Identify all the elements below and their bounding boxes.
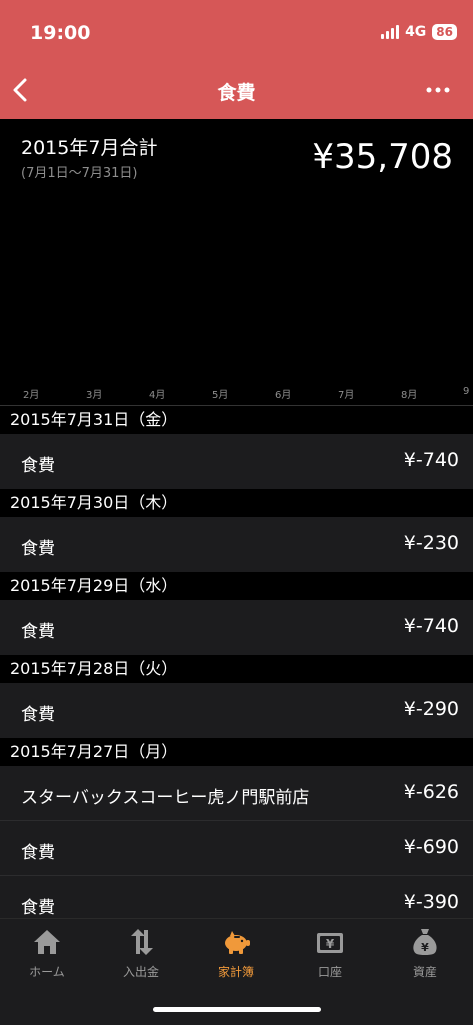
piggy-bank-icon — [225, 931, 250, 954]
date-header: 2015年7月31日（金） — [0, 406, 473, 434]
month-axis[interactable]: 2月 3月 4月 5月 6月 7月 8月 9 — [0, 386, 473, 402]
transaction-name: 食費 — [21, 705, 55, 725]
transaction-row[interactable]: 食費 ¥-690 — [0, 821, 473, 876]
transaction-amount: ¥-230 — [403, 532, 459, 554]
transaction-row[interactable]: スターバックスコーヒー虎ノ門駅前店 ¥-626 — [0, 766, 473, 821]
transaction-name: 食費 — [21, 622, 55, 642]
wallet-yen-icon: ¥ — [317, 933, 343, 953]
transaction-name: 食費 — [21, 456, 55, 476]
transaction-name: 食費 — [21, 539, 55, 559]
date-header: 2015年7月27日（月） — [0, 738, 473, 766]
transaction-row[interactable]: 食費 ¥-230 — [0, 517, 473, 572]
summary-total: ¥35,708 — [312, 137, 453, 177]
transaction-amount: ¥-740 — [403, 615, 459, 637]
tab-label: 資産 — [412, 965, 437, 979]
tab-home[interactable]: ホーム — [0, 927, 94, 980]
transaction-row[interactable]: 食費 ¥-740 — [0, 434, 473, 489]
month-label: 8月 — [401, 390, 418, 401]
tab-label: ホーム — [29, 965, 65, 979]
header-bar: 19:00 4G 86 食費 — [0, 0, 473, 119]
tab-label: 入出金 — [122, 965, 159, 979]
summary-title: 2015年7月合計 — [21, 137, 158, 159]
battery-icon: 86 — [432, 24, 457, 40]
transaction-row[interactable]: 食費 ¥-740 — [0, 600, 473, 655]
month-label: 9 — [463, 386, 470, 397]
status-indicators: 4G 86 — [381, 24, 457, 40]
transaction-amount: ¥-626 — [403, 781, 459, 803]
transaction-amount: ¥-390 — [403, 891, 459, 913]
tab-label: 口座 — [317, 965, 342, 979]
home-indicator[interactable] — [153, 1007, 321, 1012]
date-header: 2015年7月30日（木） — [0, 489, 473, 517]
page-title: 食費 — [217, 82, 256, 104]
svg-text:¥: ¥ — [421, 941, 429, 954]
transaction-amount: ¥-290 — [403, 698, 459, 720]
month-label: 4月 — [149, 390, 166, 401]
more-button[interactable] — [425, 80, 451, 100]
month-label: 3月 — [86, 390, 103, 401]
tab-transactions[interactable]: 入出金 — [94, 927, 188, 980]
month-label: 6月 — [275, 390, 292, 401]
home-icon — [34, 930, 60, 954]
transfer-arrows-icon — [131, 929, 153, 955]
signal-icon — [381, 25, 400, 39]
transaction-name: スターバックスコーヒー虎ノ門駅前店 — [21, 788, 310, 808]
summary-range: (7月1日〜7月31日) — [21, 166, 138, 181]
transaction-amount: ¥-690 — [403, 836, 459, 858]
transaction-name: 食費 — [21, 843, 55, 863]
transaction-row[interactable]: 食費 ¥-290 — [0, 683, 473, 738]
transaction-list: 2015年7月31日（金） 食費 ¥-740 2015年7月30日（木） 食費 … — [0, 406, 473, 931]
status-time: 19:00 — [30, 22, 91, 44]
monthly-summary: 2015年7月合計 (7月1日〜7月31日) ¥35,708 — [0, 119, 473, 405]
tab-budget[interactable]: 家計簿 — [189, 927, 283, 980]
tab-assets[interactable]: ¥ 資産 — [378, 927, 472, 980]
transaction-name: 食費 — [21, 898, 55, 918]
tab-accounts[interactable]: ¥ 口座 — [283, 927, 377, 980]
date-header: 2015年7月29日（水） — [0, 572, 473, 600]
month-label: 2月 — [23, 390, 40, 401]
svg-text:¥: ¥ — [326, 937, 335, 951]
tab-label: 家計簿 — [217, 965, 254, 979]
more-icon — [426, 87, 450, 93]
month-label: 7月 — [338, 390, 355, 401]
network-type: 4G — [405, 24, 427, 40]
date-header: 2015年7月28日（火） — [0, 655, 473, 683]
month-label: 5月 — [212, 390, 229, 401]
transaction-amount: ¥-740 — [403, 449, 459, 471]
money-bag-icon: ¥ — [413, 929, 437, 955]
